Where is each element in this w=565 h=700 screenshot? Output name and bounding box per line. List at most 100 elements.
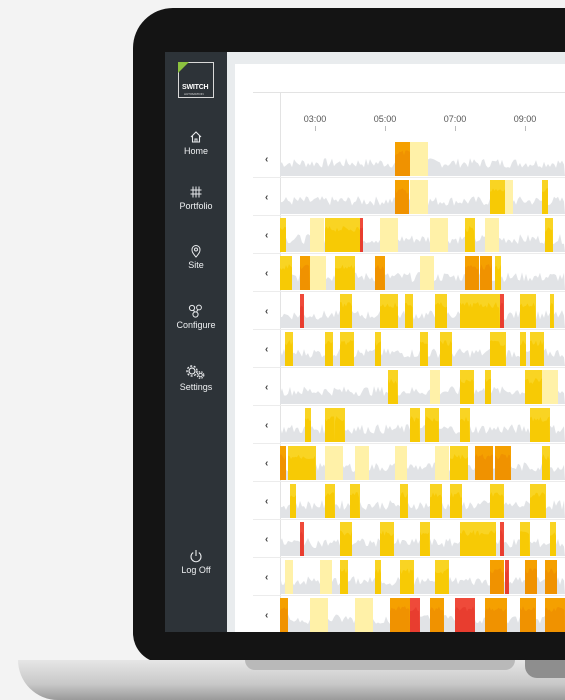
row-collapse-chevron[interactable]: ‹: [265, 496, 268, 507]
row-collapse-chevron[interactable]: ‹: [265, 534, 268, 545]
brand-logo[interactable]: SWITCH AUTOMATION: [178, 62, 214, 98]
usage-spike: [305, 418, 311, 442]
usage-block-light-yellow: [380, 218, 398, 252]
row-collapse-chevron[interactable]: ‹: [265, 344, 268, 355]
usage-spike: [460, 378, 474, 404]
brand-name: SWITCH: [182, 84, 209, 91]
nav-home-label: Home: [183, 146, 208, 156]
gears-icon: [186, 365, 205, 379]
row-collapse-chevron[interactable]: ‹: [265, 192, 268, 203]
logoff-button[interactable]: Log Off: [165, 549, 227, 575]
nav-home[interactable]: Home: [165, 130, 227, 156]
usage-spike: [542, 188, 548, 214]
row-collapse-chevron[interactable]: ‹: [265, 268, 268, 279]
baseline-usage: [280, 424, 565, 442]
nav-configure-label: Configure: [176, 320, 216, 330]
usage-spike: [485, 378, 491, 404]
usage-spike: [280, 454, 286, 480]
usage-spike: [280, 226, 286, 252]
time-tick: [525, 126, 526, 131]
usage-block-light-yellow: [310, 598, 328, 632]
power-icon: [190, 550, 202, 563]
row-collapse-chevron[interactable]: ‹: [265, 610, 268, 621]
time-tick: [385, 126, 386, 131]
nav-site-label: Site: [188, 260, 204, 270]
usage-spike: [325, 492, 335, 518]
time-label-0300: 03:00: [303, 114, 327, 124]
usage-spike: [520, 606, 536, 632]
timeline-panel: 03:00 05:00 07:00 09:00 ‹ ‹ ‹ ‹ ‹ ‹ ‹ ‹ ‹ ‹ ‹ ‹ ‹: [235, 64, 565, 632]
usage-spike: [340, 340, 354, 366]
portfolio-icon: [190, 186, 202, 198]
usage-spike: [525, 378, 543, 404]
baseline-usage: [280, 386, 565, 404]
usage-spike: [420, 341, 428, 366]
usage-spike: [360, 227, 363, 252]
usage-block-light-yellow: [410, 180, 428, 214]
usage-spike: [400, 492, 408, 518]
usage-block-light-yellow: [485, 218, 499, 252]
app-screen: SWITCH AUTOMATION Home Portfolio Site Co…: [165, 52, 565, 632]
logoff-label: Log Off: [181, 565, 211, 575]
brand-sub: AUTOMATION: [184, 92, 204, 96]
usage-block-light-yellow: [285, 560, 293, 594]
usage-spike: [455, 606, 475, 632]
usage-block-light-yellow: [410, 142, 428, 176]
usage-spike: [280, 607, 288, 632]
usage-block-light-yellow: [542, 370, 558, 404]
row-collapse-chevron[interactable]: ‹: [265, 230, 268, 241]
usage-spike: [545, 606, 565, 632]
usage-spike: [490, 492, 504, 518]
usage-spike: [420, 531, 430, 556]
time-label-0700: 07:00: [443, 114, 467, 124]
usage-spike: [350, 492, 360, 518]
baseline-usage: [280, 500, 565, 518]
nav-site[interactable]: Site: [165, 244, 227, 270]
header-divider: [253, 92, 565, 93]
usage-block-light-yellow: [435, 446, 449, 480]
usage-spike: [490, 188, 506, 214]
usage-block-light-yellow: [310, 256, 326, 290]
usage-spike: [460, 302, 500, 328]
row-collapse-chevron[interactable]: ‹: [265, 572, 268, 583]
usage-spike: [520, 531, 530, 556]
usage-spike: [375, 340, 381, 366]
usage-spike: [325, 226, 363, 252]
usage-spike: [405, 302, 413, 328]
usage-block-light-yellow: [420, 256, 434, 290]
usage-block-light-yellow: [430, 218, 448, 252]
time-label-0900: 09:00: [513, 114, 537, 124]
nav-portfolio[interactable]: Portfolio: [165, 185, 227, 211]
logo-triangle: [178, 62, 189, 73]
usage-block-light-yellow: [395, 446, 407, 480]
baseline-usage: [280, 462, 565, 480]
time-label-0500: 05:00: [373, 114, 397, 124]
nav-portfolio-label: Portfolio: [179, 201, 213, 211]
nav-settings-label: Settings: [179, 382, 213, 392]
row-collapse-chevron[interactable]: ‹: [265, 382, 268, 393]
usage-spike: [440, 340, 452, 366]
usage-block-light-yellow: [325, 446, 343, 480]
usage-spike: [340, 568, 348, 594]
usage-spike: [430, 606, 444, 632]
row-collapse-chevron[interactable]: ‹: [265, 458, 268, 469]
row-collapse-chevron[interactable]: ‹: [265, 154, 268, 165]
usage-spike: [520, 302, 536, 328]
usage-spike: [290, 494, 296, 518]
usage-block-light-yellow: [355, 598, 373, 632]
location-pin-icon: [191, 245, 201, 258]
nav-settings[interactable]: Settings: [165, 364, 227, 392]
usage-spike: [325, 340, 333, 366]
row-collapse-chevron[interactable]: ‹: [265, 306, 268, 317]
usage-block-light-yellow: [310, 218, 324, 252]
time-tick: [455, 126, 456, 131]
nav-configure[interactable]: Configure: [165, 304, 227, 330]
usage-spike: [390, 606, 410, 632]
home-icon: [190, 131, 202, 143]
usage-block-light-yellow: [355, 446, 369, 480]
time-tick: [315, 126, 316, 131]
usage-spike: [480, 264, 492, 290]
usage-spike: [530, 492, 546, 518]
row-collapse-chevron[interactable]: ‹: [265, 420, 268, 431]
laptop-notch: [245, 660, 515, 670]
